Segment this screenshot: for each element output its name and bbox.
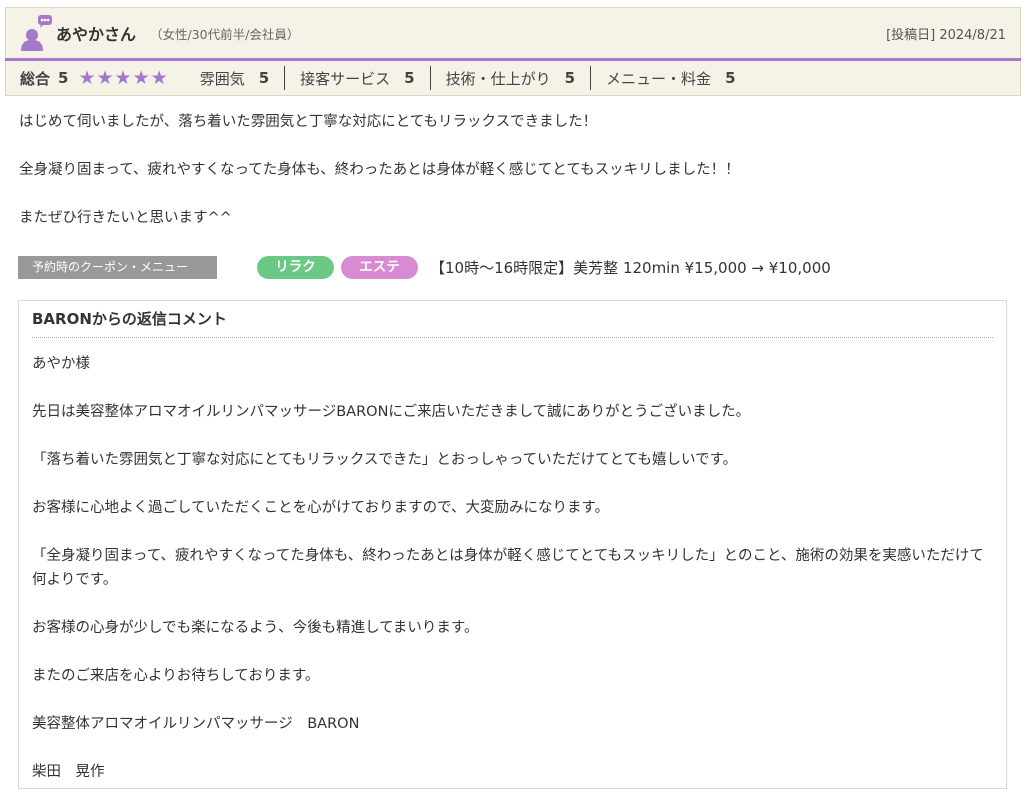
rating-menu-price: メニュー・料金 5 (590, 66, 750, 90)
star-icon: ★ (96, 66, 114, 89)
rating-value: 5 (404, 69, 415, 87)
rating-label: メニュー・料金 (606, 69, 712, 88)
reply-paragraph: お客様の心身が少しでも楽になるよう、今後も精進してまいります。 (32, 620, 479, 636)
rating-value: 5 (258, 69, 270, 87)
reply-body: あやか様 先日は美容整体アロマオイルリンパマッサージBARONにご来店いただきま… (32, 338, 993, 784)
user-avatar-icon (20, 13, 54, 53)
star-icon: ★ (150, 66, 168, 89)
review-body: はじめて伺いましたが、落ち着いた雰囲気と丁寧な対応にとてもリラックスできました！… (5, 96, 1021, 230)
reply-box: BARONからの返信コメント あやか様 先日は美容整体アロマオイルリンパマッサー… (18, 300, 1007, 789)
star-rating: ★ ★ ★ ★ ★ (78, 66, 168, 89)
star-icon: ★ (78, 66, 96, 89)
reply-paragraph: 先日は美容整体アロマオイルリンパマッサージBARONにご来店いただきまして誠にあ… (32, 404, 751, 420)
star-icon: ★ (132, 66, 150, 89)
reply-signature-name: 柴田 晃作 (32, 764, 105, 780)
reply-paragraph: あやか様 (32, 356, 90, 372)
reply-paragraph: お客様に心地よく過ごしていただくことを心がけておりますので、大変励みになります。 (32, 500, 610, 516)
review-paragraph: はじめて伺いましたが、落ち着いた雰囲気と丁寧な対応にとてもリラックスできました！ (19, 114, 598, 130)
rating-label: 接客サービス (300, 69, 391, 88)
tag-relax[interactable]: リラク (257, 255, 334, 279)
star-icon: ★ (114, 66, 132, 89)
rating-atmosphere: 雰囲気 5 (186, 66, 284, 90)
overall-label: 総合 (20, 69, 51, 88)
rating-service: 接客サービス 5 (284, 66, 429, 90)
coupon-menu-text[interactable]: 【10時～16時限定】美芳整 120min ¥15,000 → ¥10,000 (430, 257, 831, 278)
rating-value: 5 (564, 69, 576, 87)
tag-este[interactable]: エステ (341, 255, 418, 279)
reply-signature-shop: 美容整体アロマオイルリンパマッサージ BARON (32, 716, 360, 732)
reply-paragraph: 「落ち着いた雰囲気と丁寧な対応にとてもリラックスできた」とおっしゃっていただけて… (32, 452, 738, 468)
rating-technique: 技術・仕上がり 5 (429, 66, 590, 90)
reviewer-name: あやかさん (56, 25, 137, 44)
reply-paragraph: 「全身凝り固まって、疲れやすくなってた身体も、終わったあとは身体が軽く感じてとて… (32, 548, 984, 588)
coupon-label: 予約時のクーポン・メニュー (18, 255, 217, 279)
rating-label: 技術・仕上がり (445, 69, 551, 88)
rating-value: 5 (725, 69, 736, 87)
review-header: あやかさん （女性/30代前半/会社員） [投稿日] 2024/8/21 (5, 7, 1021, 58)
review-paragraph: またぜひ行きたいと思います^^ (19, 210, 232, 226)
rating-label: 雰囲気 (199, 69, 245, 88)
post-date: [投稿日] 2024/8/21 (886, 28, 1006, 43)
ratings-bar: 総合 5 ★ ★ ★ ★ ★ 雰囲気 5 接客サービス 5 技術・仕上がり 5 メニュー… (5, 61, 1021, 96)
coupon-row: 予約時のクーポン・メニュー リラク エステ 【10時～16時限定】美芳整 120… (5, 254, 1021, 280)
reply-title: BARONからの返信コメント (32, 301, 993, 338)
review-card: あやかさん （女性/30代前半/会社員） [投稿日] 2024/8/21 総合 … (5, 7, 1021, 789)
review-paragraph: 全身凝り固まって、疲れやすくなってた身体も、終わったあとは身体が軽く感じてとても… (19, 162, 740, 178)
reviewer-meta: （女性/30代前半/会社員） (150, 26, 300, 42)
reply-paragraph: またのご来店を心よりお待ちしております。 (32, 668, 320, 684)
overall-score: 5 (58, 69, 69, 87)
